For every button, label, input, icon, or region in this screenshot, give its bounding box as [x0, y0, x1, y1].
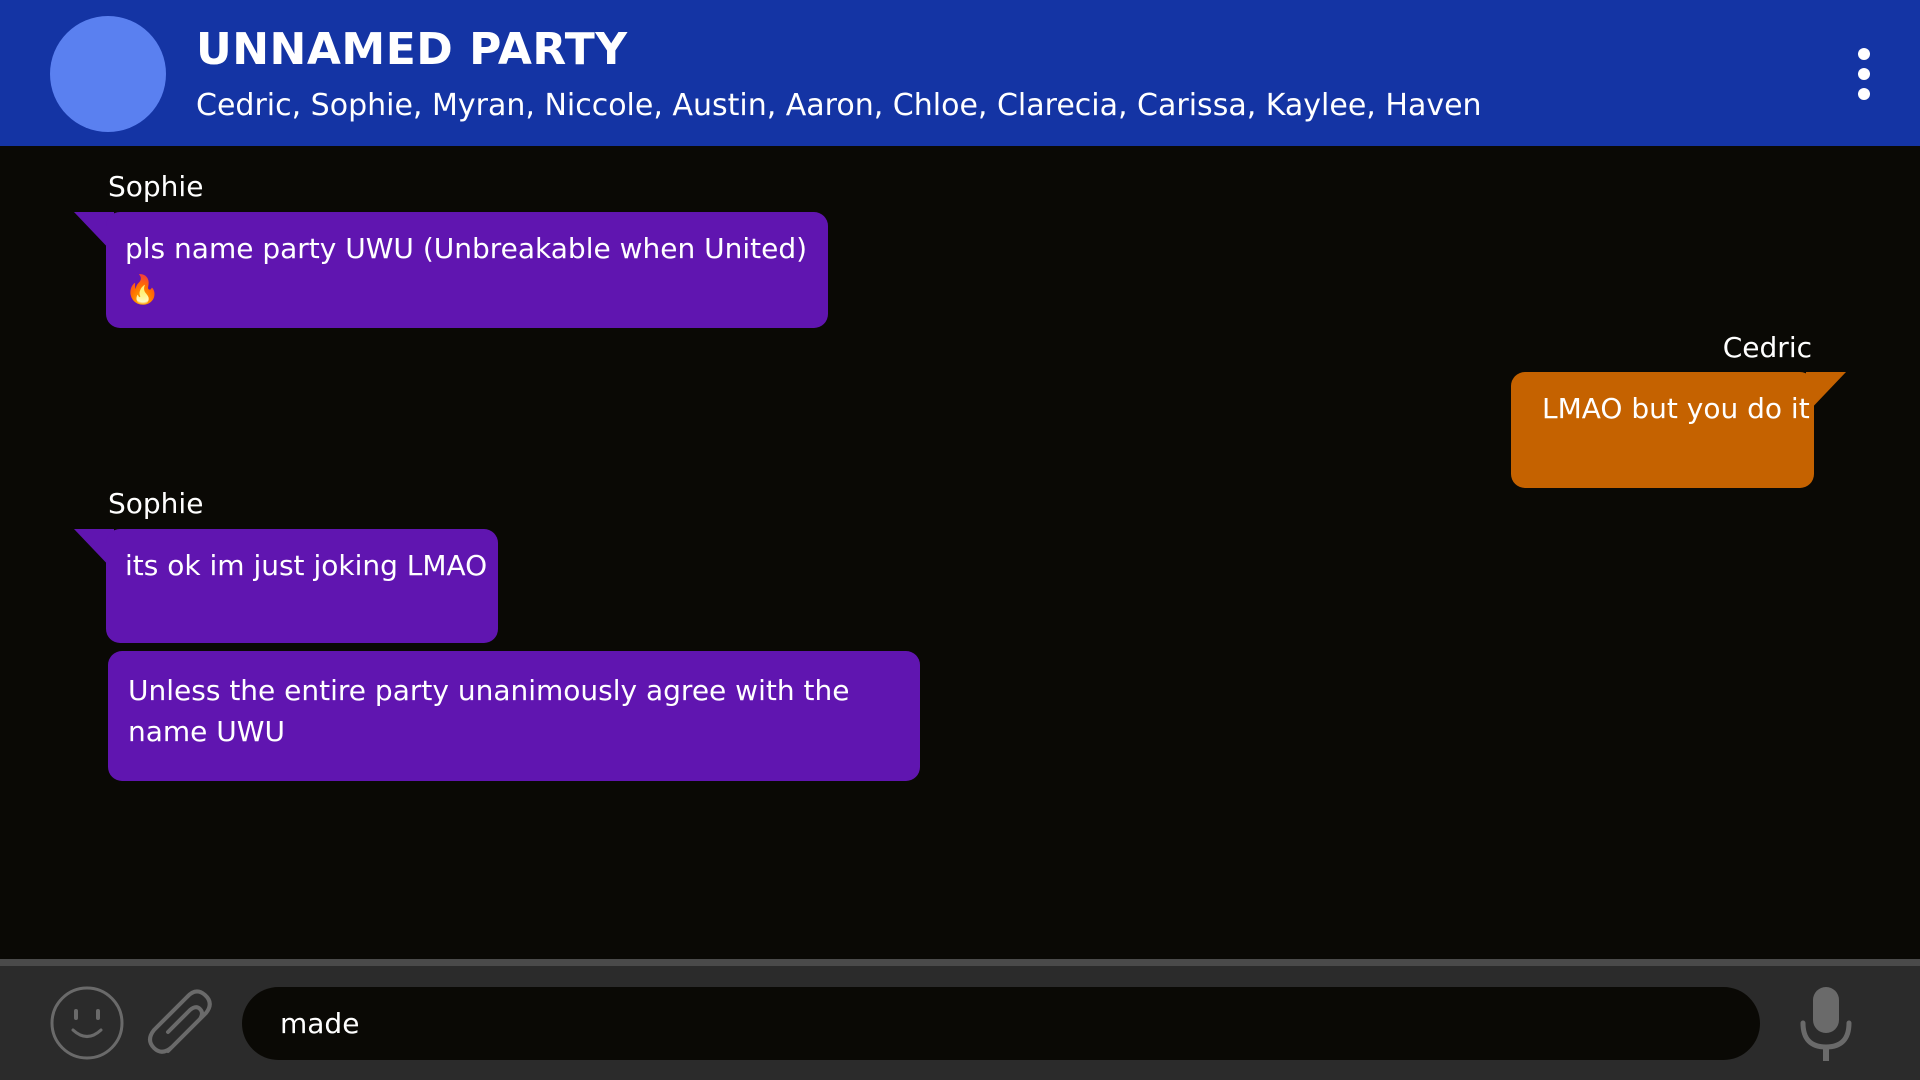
- composer-bar: [0, 966, 1920, 1080]
- member-list: Cedric, Sophie, Myran, Niccole, Austin, …: [196, 88, 1482, 123]
- paperclip-icon[interactable]: [142, 985, 222, 1065]
- message-text: pls name party UWU (Unbreakable when Uni…: [125, 232, 808, 306]
- chat-header: UNNAMED PARTY Cedric, Sophie, Myran, Nic…: [0, 0, 1920, 146]
- group-avatar[interactable]: [50, 16, 166, 132]
- chat-app: UNNAMED PARTY Cedric, Sophie, Myran, Nic…: [0, 0, 1920, 1080]
- message-bubble[interactable]: pls name party UWU (Unbreakable when Uni…: [106, 212, 828, 328]
- message-bubble[interactable]: its ok im just joking LMAO: [106, 529, 498, 643]
- message-text: LMAO but you do it: [1542, 392, 1810, 425]
- message-sender: Sophie: [108, 170, 204, 203]
- message-bubble[interactable]: LMAO but you do it: [1511, 372, 1814, 488]
- chat-title: UNNAMED PARTY: [196, 24, 628, 75]
- message-text: its ok im just joking LMAO: [125, 549, 488, 582]
- message-sender: Cedric: [1722, 331, 1812, 364]
- message-input[interactable]: [242, 987, 1760, 1060]
- composer-divider: [0, 959, 1920, 966]
- more-vertical-icon[interactable]: [1844, 44, 1884, 104]
- message-bubble[interactable]: Unless the entire party unanimously agre…: [108, 651, 920, 781]
- microphone-icon[interactable]: [1796, 985, 1856, 1065]
- message-sender: Sophie: [108, 487, 204, 520]
- smiley-icon[interactable]: [49, 985, 125, 1061]
- message-text: Unless the entire party unanimously agre…: [128, 674, 850, 748]
